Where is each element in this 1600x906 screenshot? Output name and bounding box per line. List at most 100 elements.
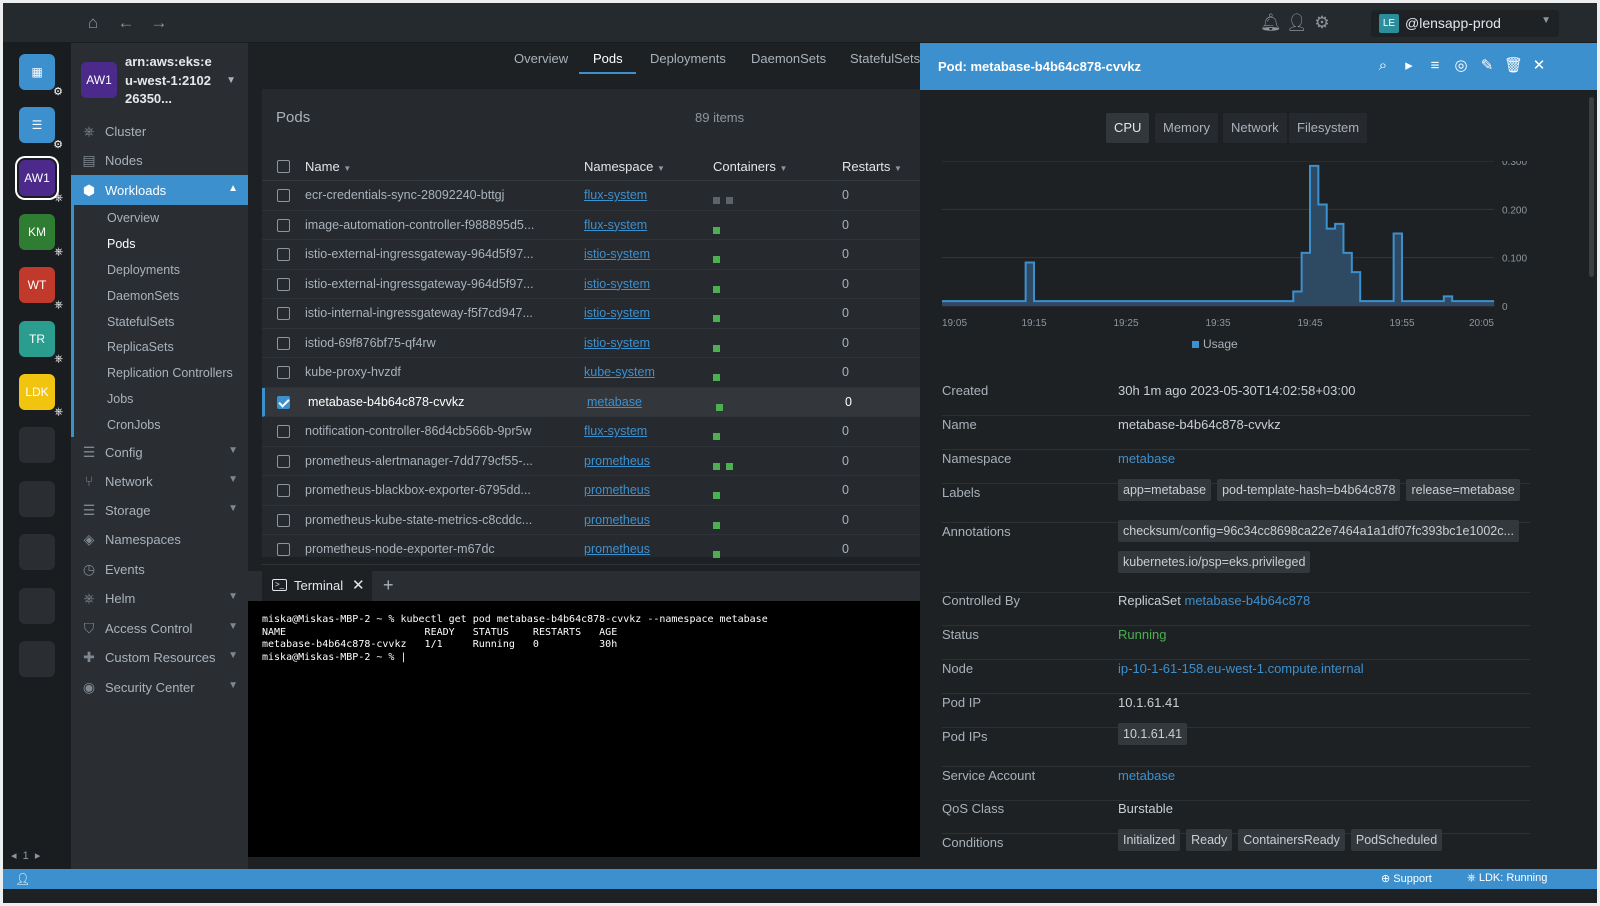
table-row[interactable]: ecr-credentials-sync-28092240-bttgj flux-…	[262, 181, 920, 211]
row-checkbox[interactable]	[277, 307, 290, 320]
metric-tab-cpu[interactable]: CPU	[1106, 113, 1150, 143]
forward-icon[interactable]: →	[149, 13, 169, 33]
namespace-link[interactable]: prometheus	[584, 454, 650, 468]
table-row[interactable]: kube-proxy-hvzdf kube-system 0	[262, 358, 920, 388]
sidebar-item-events[interactable]: ◷ Events	[71, 554, 248, 584]
delete-icon[interactable]: 🗑︎	[1504, 57, 1523, 75]
hotbar-item-aw1[interactable]: AW1 ⎈	[19, 160, 63, 204]
gear-icon[interactable]: ⚙︎	[1312, 13, 1332, 33]
table-row[interactable]: notification-controller-86d4cb566b-9pr5w…	[262, 417, 920, 447]
node-link[interactable]: ip-10-1-61-158.eu-west-1.compute.interna…	[1118, 661, 1364, 676]
sidebar-subitem-jobs[interactable]: Jobs	[107, 392, 133, 406]
hotbar-pager[interactable]: ◂ 1 ▸	[11, 849, 40, 862]
hotbar-item-wt[interactable]: WT ⎈	[19, 267, 63, 311]
drawer-scrollbar[interactable]	[1589, 97, 1594, 277]
hotbar-empty-slot[interactable]	[19, 588, 55, 624]
metric-tab-filesystem[interactable]: Filesystem	[1289, 113, 1368, 143]
support-link[interactable]: ⊕ Support	[1381, 872, 1432, 885]
hotbar-item-ldk[interactable]: LDK ⎈	[19, 374, 63, 418]
namespace-link[interactable]: flux-system	[584, 188, 647, 202]
tab-statefulsets[interactable]: StatefulSets	[850, 51, 920, 66]
hotbar-item-tr[interactable]: TR ⎈	[19, 321, 63, 365]
attach-icon[interactable]: ◎	[1452, 57, 1470, 75]
close-icon[interactable]: ✕	[352, 576, 365, 594]
namespace-link[interactable]: prometheus	[584, 542, 650, 556]
table-row[interactable]: istio-internal-ingressgateway-f5f7cd947.…	[262, 299, 920, 329]
row-checkbox[interactable]	[277, 395, 290, 409]
sidebar-item-cluster[interactable]: ⎈ Cluster	[71, 116, 248, 146]
home-icon[interactable]: ⌂	[83, 13, 103, 33]
sidebar-subitem-cronjobs[interactable]: CronJobs	[107, 418, 161, 432]
add-tab-icon[interactable]: +	[383, 575, 394, 596]
logs-icon[interactable]: ≡	[1426, 57, 1444, 75]
column-header-namespace[interactable]: Namespace ▼	[584, 159, 665, 174]
close-icon[interactable]: ✕	[1530, 57, 1548, 75]
row-checkbox[interactable]	[277, 366, 290, 379]
sidebar-subitem-replicasets[interactable]: ReplicaSets	[107, 340, 174, 354]
terminal-icon[interactable]: ▸	[1400, 57, 1418, 75]
sidebar-item-workloads[interactable]: ⬢ Workloads ▲	[71, 175, 248, 205]
sidebar-subitem-daemonsets[interactable]: DaemonSets	[107, 289, 179, 303]
table-row[interactable]: prometheus-kube-state-metrics-c8cddc... p…	[262, 506, 920, 535]
cluster-status[interactable]: ⎈ LDK: Running	[1467, 872, 1547, 885]
namespace-link[interactable]: istio-system	[584, 247, 650, 261]
select-all-checkbox[interactable]	[277, 160, 290, 173]
back-icon[interactable]: ←	[116, 13, 136, 33]
namespace-link[interactable]: metabase	[587, 395, 642, 409]
add-user-icon[interactable]: 👤︎	[1286, 13, 1308, 33]
row-checkbox[interactable]	[277, 189, 290, 202]
namespace-link[interactable]: flux-system	[584, 218, 647, 232]
table-row[interactable]: istiod-69f876bf75-qf4rw istio-system 0	[262, 329, 920, 358]
row-checkbox[interactable]	[277, 513, 290, 527]
sidebar-item-storage[interactable]: ☰ Storage ▼	[71, 495, 248, 525]
column-header-name[interactable]: Name ▼	[305, 159, 351, 174]
metric-tab-memory[interactable]: Memory	[1155, 113, 1218, 143]
sidebar-item-access-control[interactable]: ⛉ Access Control ▼	[71, 613, 248, 643]
sidebar-subitem-statefulsets[interactable]: StatefulSets	[107, 315, 174, 329]
column-header-containers[interactable]: Containers ▼	[713, 159, 787, 174]
tab-daemonsets[interactable]: DaemonSets	[751, 51, 826, 66]
bell-icon[interactable]: 🔔︎	[1260, 13, 1282, 33]
tab-overview[interactable]: Overview	[514, 51, 568, 66]
search-icon[interactable]: ⌕	[1374, 57, 1392, 75]
table-row[interactable]: istio-external-ingressgateway-964d5f97..…	[262, 270, 920, 299]
context-selector[interactable]: LE @lensapp-prod ▼	[1371, 10, 1559, 37]
sidebar-item-security-center[interactable]: ◉ Security Center ▼	[71, 672, 248, 702]
hotbar-empty-slot[interactable]	[19, 534, 55, 570]
sidebar-subitem-overview[interactable]: Overview	[107, 211, 159, 225]
namespace-link[interactable]: istio-system	[584, 277, 650, 291]
edit-icon[interactable]: ✎	[1478, 57, 1496, 75]
table-row[interactable]: prometheus-alertmanager-7dd779cf55-... pr…	[262, 447, 920, 476]
namespace-link[interactable]: metabase	[1118, 451, 1175, 466]
row-checkbox[interactable]	[277, 454, 290, 468]
table-row[interactable]: prometheus-node-exporter-m67dc prometheus…	[262, 535, 920, 565]
table-row[interactable]: prometheus-blackbox-exporter-6795dd... pr…	[262, 476, 920, 506]
hotbar-empty-slot[interactable]	[19, 427, 55, 463]
namespace-link[interactable]: prometheus	[584, 483, 650, 497]
row-checkbox[interactable]	[277, 543, 290, 556]
tab-deployments[interactable]: Deployments	[650, 51, 726, 66]
row-checkbox[interactable]	[277, 425, 290, 438]
table-row[interactable]: metabase-b4b64c878-cvvkz metabase 0	[262, 387, 920, 417]
namespace-link[interactable]: istio-system	[584, 306, 650, 320]
sidebar-item-config[interactable]: ☰ Config ▼	[71, 437, 248, 467]
sidebar-item-nodes[interactable]: ▤ Nodes	[71, 145, 248, 175]
column-header-restarts[interactable]: Restarts ▼	[842, 159, 902, 174]
metric-tab-network[interactable]: Network	[1223, 113, 1287, 143]
row-checkbox[interactable]	[277, 218, 290, 232]
sidebar-item-helm[interactable]: ⎈ Helm ▼	[71, 583, 248, 613]
sidebar-subitem-pods[interactable]: Pods	[107, 237, 136, 251]
hotbar-empty-slot[interactable]	[19, 641, 55, 677]
row-checkbox[interactable]	[277, 248, 290, 261]
sidebar-item-network[interactable]: ⑂ Network ▼	[71, 466, 248, 496]
namespace-link[interactable]: kube-system	[584, 365, 655, 379]
table-row[interactable]: image-automation-controller-f988895d5...…	[262, 211, 920, 240]
service-account-link[interactable]: metabase	[1118, 768, 1175, 783]
terminal-output[interactable]: miska@Miskas-MBP-2 ~ % kubectl get pod m…	[248, 601, 920, 857]
sidebar-item-namespaces[interactable]: ◈ Namespaces	[71, 524, 248, 554]
cluster-header[interactable]: AW1 arn:aws:eks:eu-west-1:210226350... ▼	[71, 43, 248, 125]
namespace-link[interactable]: istio-system	[584, 336, 650, 350]
terminal-tab[interactable]: >_ Terminal ✕	[262, 571, 372, 601]
catalog-button[interactable]: ▦ ⚙︎	[19, 54, 63, 98]
table-row[interactable]: istio-external-ingressgateway-964d5f97..…	[262, 240, 920, 270]
